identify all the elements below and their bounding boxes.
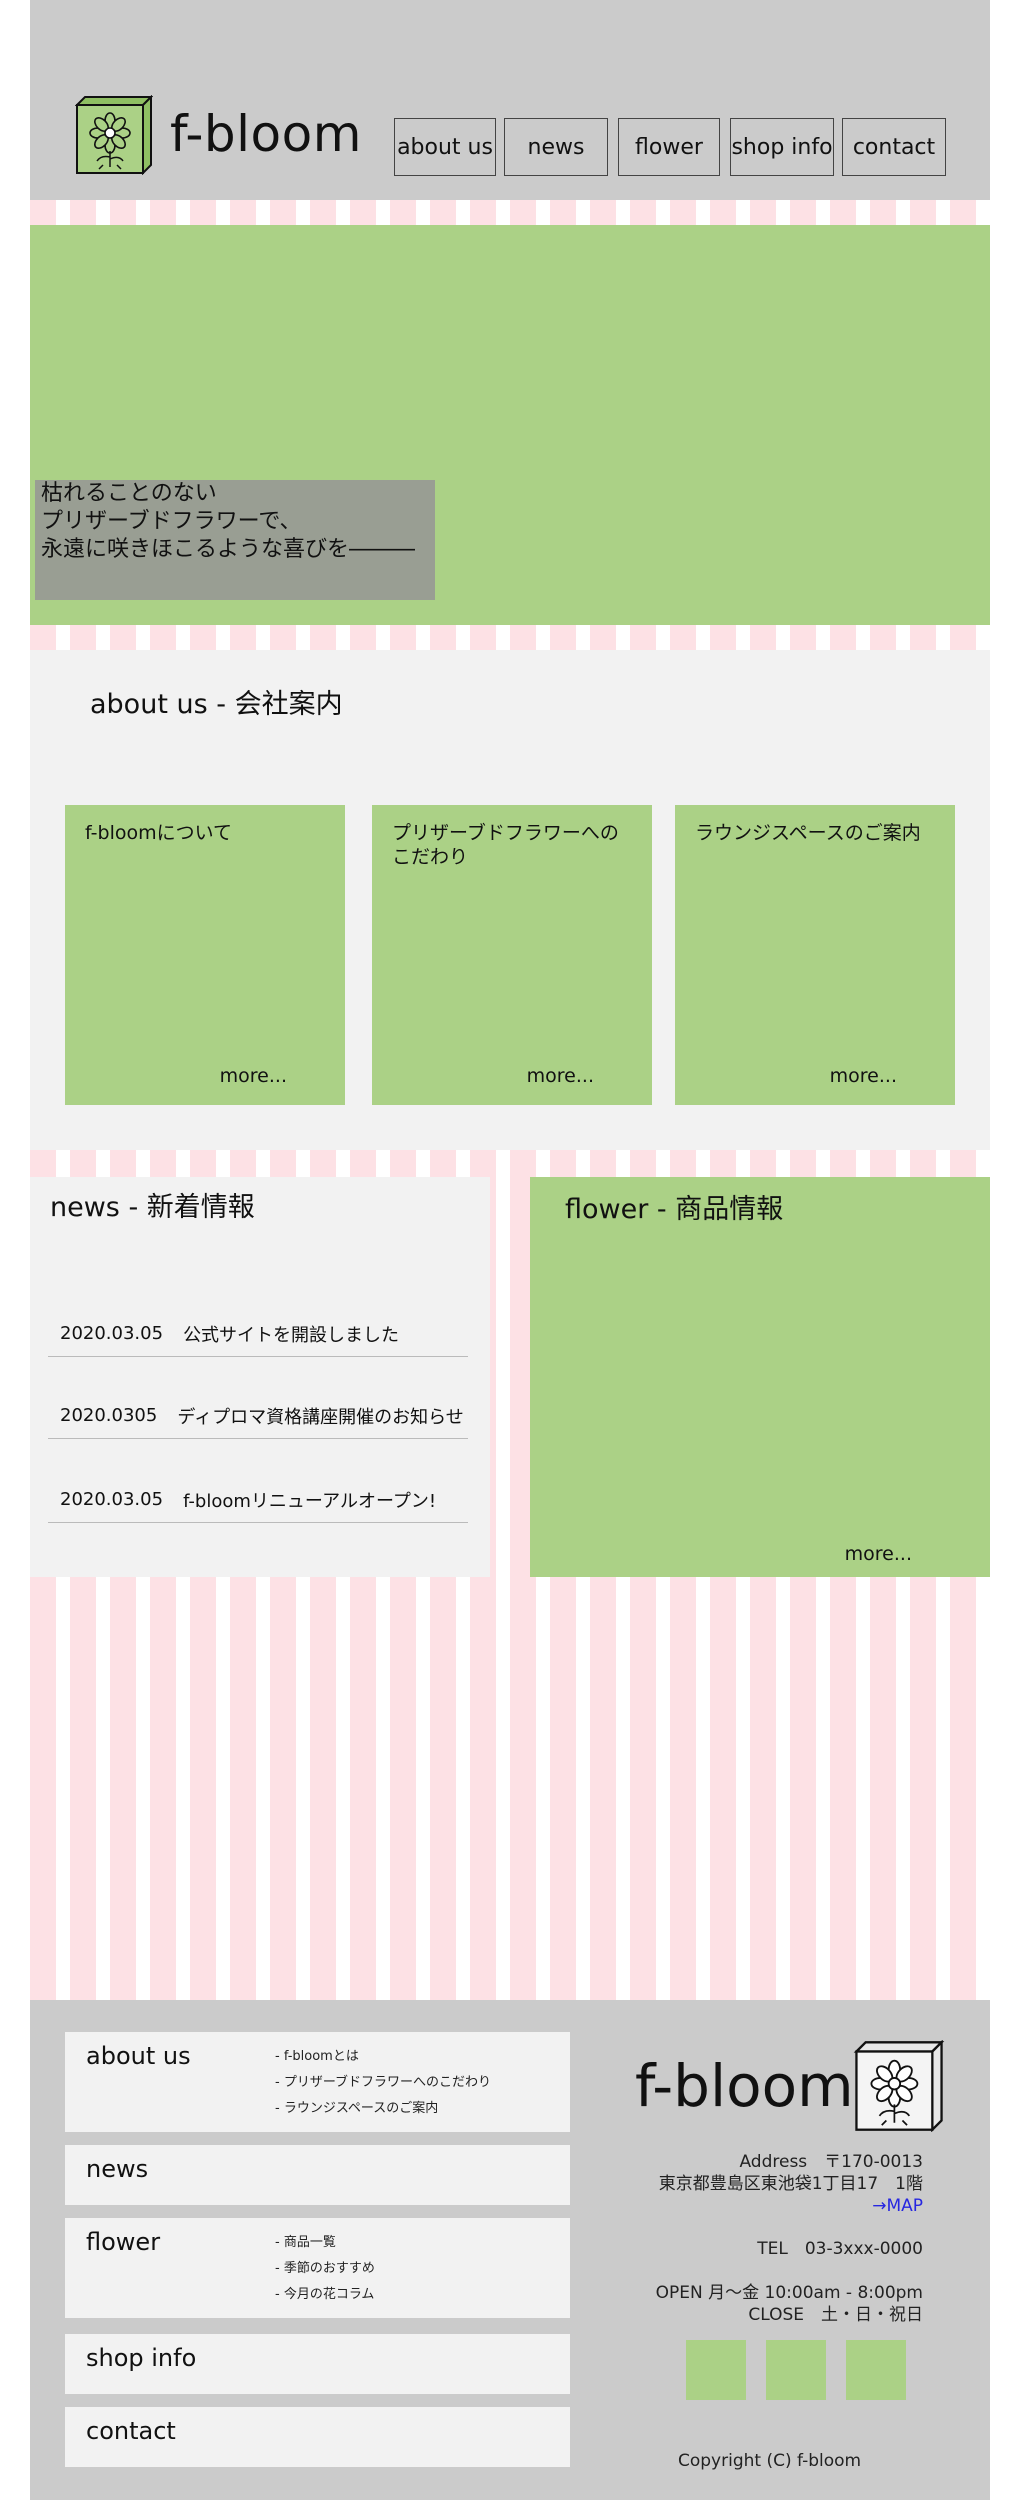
news-heading: news - 新着情報	[50, 1192, 255, 1223]
nav-shop-info[interactable]: shop info	[730, 118, 834, 176]
footer-address-block: Address 〒170-0013 東京都豊島区東池袋1丁目17 1階 →MAP	[659, 2151, 923, 2217]
hero-caption-line: 枯れることのない	[41, 481, 217, 506]
footer-sub-list: - 商品一覧 - 季節のおすすめ - 今月の花コラム	[275, 2230, 375, 2308]
hero-caption-line: 永遠に咲きほこるような喜びを―――	[41, 537, 416, 562]
news-item[interactable]: 2020.03.05 公式サイトを開設しました	[48, 1311, 468, 1357]
about-card-preserved-flower[interactable]: プリザーブドフラワーへのこだわり more...	[372, 805, 652, 1105]
footer-sub-link[interactable]: - 商品一覧	[275, 2230, 375, 2256]
footer-open: OPEN 月〜金 10:00am - 8:00pm	[655, 2283, 923, 2303]
footer-sub-link[interactable]: - f-bloomとは	[275, 2044, 491, 2070]
more-link[interactable]: more...	[527, 1065, 594, 1087]
hero-caption: 枯れることのない プリザーブドフラワーで、 永遠に咲きほこるような喜びを―――	[35, 480, 435, 600]
flower-logo-icon[interactable]	[74, 94, 154, 176]
footer-close: CLOSE 土・日・祝日	[748, 2305, 923, 2325]
news-title: f-bloomリニューアルオープン!	[183, 1490, 437, 1512]
footer-nav-title[interactable]: flower	[86, 2228, 160, 2256]
footer-nav-title[interactable]: news	[86, 2155, 148, 2183]
footer-sub-link[interactable]: - ラウンジスペースのご案内	[275, 2096, 491, 2122]
about-section: about us - 会社案内 f-bloomについて more... プリザー…	[30, 650, 990, 1150]
footer-hours: OPEN 月〜金 10:00am - 8:00pm CLOSE 土・日・祝日	[656, 2282, 923, 2326]
flower-logo-icon[interactable]	[853, 2039, 945, 2133]
social-icon[interactable]	[766, 2340, 826, 2400]
nav-news[interactable]: news	[504, 118, 608, 176]
flower-heading: flower - 商品情報	[565, 1194, 784, 1225]
footer-nav-contact[interactable]: contact	[65, 2407, 570, 2467]
site-logo-text[interactable]: f-bloom	[170, 105, 362, 163]
nav-flower[interactable]: flower	[618, 118, 720, 176]
hero-caption-line: プリザーブドフラワーで、	[41, 509, 302, 534]
map-link[interactable]: →MAP	[659, 2195, 923, 2217]
news-title: ディプロマ資格講座開催のお知らせ	[177, 1406, 464, 1428]
social-icon[interactable]	[686, 2340, 746, 2400]
more-link[interactable]: more...	[830, 1065, 897, 1087]
news-date: 2020.03.05	[60, 1323, 164, 1344]
card-title: f-bloomについて	[85, 822, 233, 844]
footer-logo-text[interactable]: f-bloom	[635, 2052, 854, 2120]
footer-address-label: Address 〒170-0013	[739, 2152, 923, 2172]
news-date: 2020.03.05	[60, 1489, 164, 1510]
nav-about-us[interactable]: about us	[394, 118, 496, 176]
card-title: ラウンジスペースのご案内	[695, 822, 921, 844]
footer-tel: TEL 03-3xxx-0000	[757, 2239, 923, 2259]
news-section: news - 新着情報 2020.03.05 公式サイトを開設しました 2020…	[30, 1177, 490, 1577]
footer-sub-link[interactable]: - 季節のおすすめ	[275, 2256, 375, 2282]
site-header: f-bloom about us news flower shop info c…	[30, 0, 990, 200]
footer-nav-shop-info[interactable]: shop info	[65, 2334, 570, 2394]
footer-nav-title[interactable]: shop info	[86, 2344, 196, 2372]
flower-section: flower - 商品情報 more...	[530, 1177, 990, 1577]
about-card-lounge[interactable]: ラウンジスペースのご案内 more...	[675, 805, 955, 1105]
footer-nav-news[interactable]: news	[65, 2145, 570, 2205]
more-link[interactable]: more...	[220, 1065, 287, 1087]
footer-nav-about-us[interactable]: about us - f-bloomとは - プリザーブドフラワーへのこだわり …	[65, 2032, 570, 2132]
more-link[interactable]: more...	[845, 1543, 912, 1565]
nav-contact[interactable]: contact	[842, 118, 946, 176]
footer-nav-title[interactable]: contact	[86, 2417, 176, 2445]
copyright: Copyright (C) f-bloom	[678, 2451, 862, 2471]
footer-nav-title[interactable]: about us	[86, 2042, 191, 2070]
social-icon[interactable]	[846, 2340, 906, 2400]
about-card-f-bloom[interactable]: f-bloomについて more...	[65, 805, 345, 1105]
hero-banner: 枯れることのない プリザーブドフラワーで、 永遠に咲きほこるような喜びを―――	[30, 225, 990, 625]
news-title: 公式サイトを開設しました	[183, 1324, 400, 1346]
footer-sub-link[interactable]: - プリザーブドフラワーへのこだわり	[275, 2070, 491, 2096]
footer-nav-flower[interactable]: flower - 商品一覧 - 季節のおすすめ - 今月の花コラム	[65, 2218, 570, 2318]
card-title: プリザーブドフラワーへのこだわり	[392, 822, 619, 868]
footer-sub-list: - f-bloomとは - プリザーブドフラワーへのこだわり - ラウンジスペー…	[275, 2044, 491, 2122]
about-heading: about us - 会社案内	[90, 689, 343, 720]
site-footer: about us - f-bloomとは - プリザーブドフラワーへのこだわり …	[30, 2000, 990, 2500]
news-date: 2020.0305	[60, 1405, 158, 1426]
footer-address: 東京都豊島区東池袋1丁目17 1階	[658, 2174, 923, 2194]
footer-sub-link[interactable]: - 今月の花コラム	[275, 2282, 375, 2308]
news-item[interactable]: 2020.0305 ディプロマ資格講座開催のお知らせ	[48, 1393, 468, 1439]
news-item[interactable]: 2020.03.05 f-bloomリニューアルオープン!	[48, 1477, 468, 1523]
